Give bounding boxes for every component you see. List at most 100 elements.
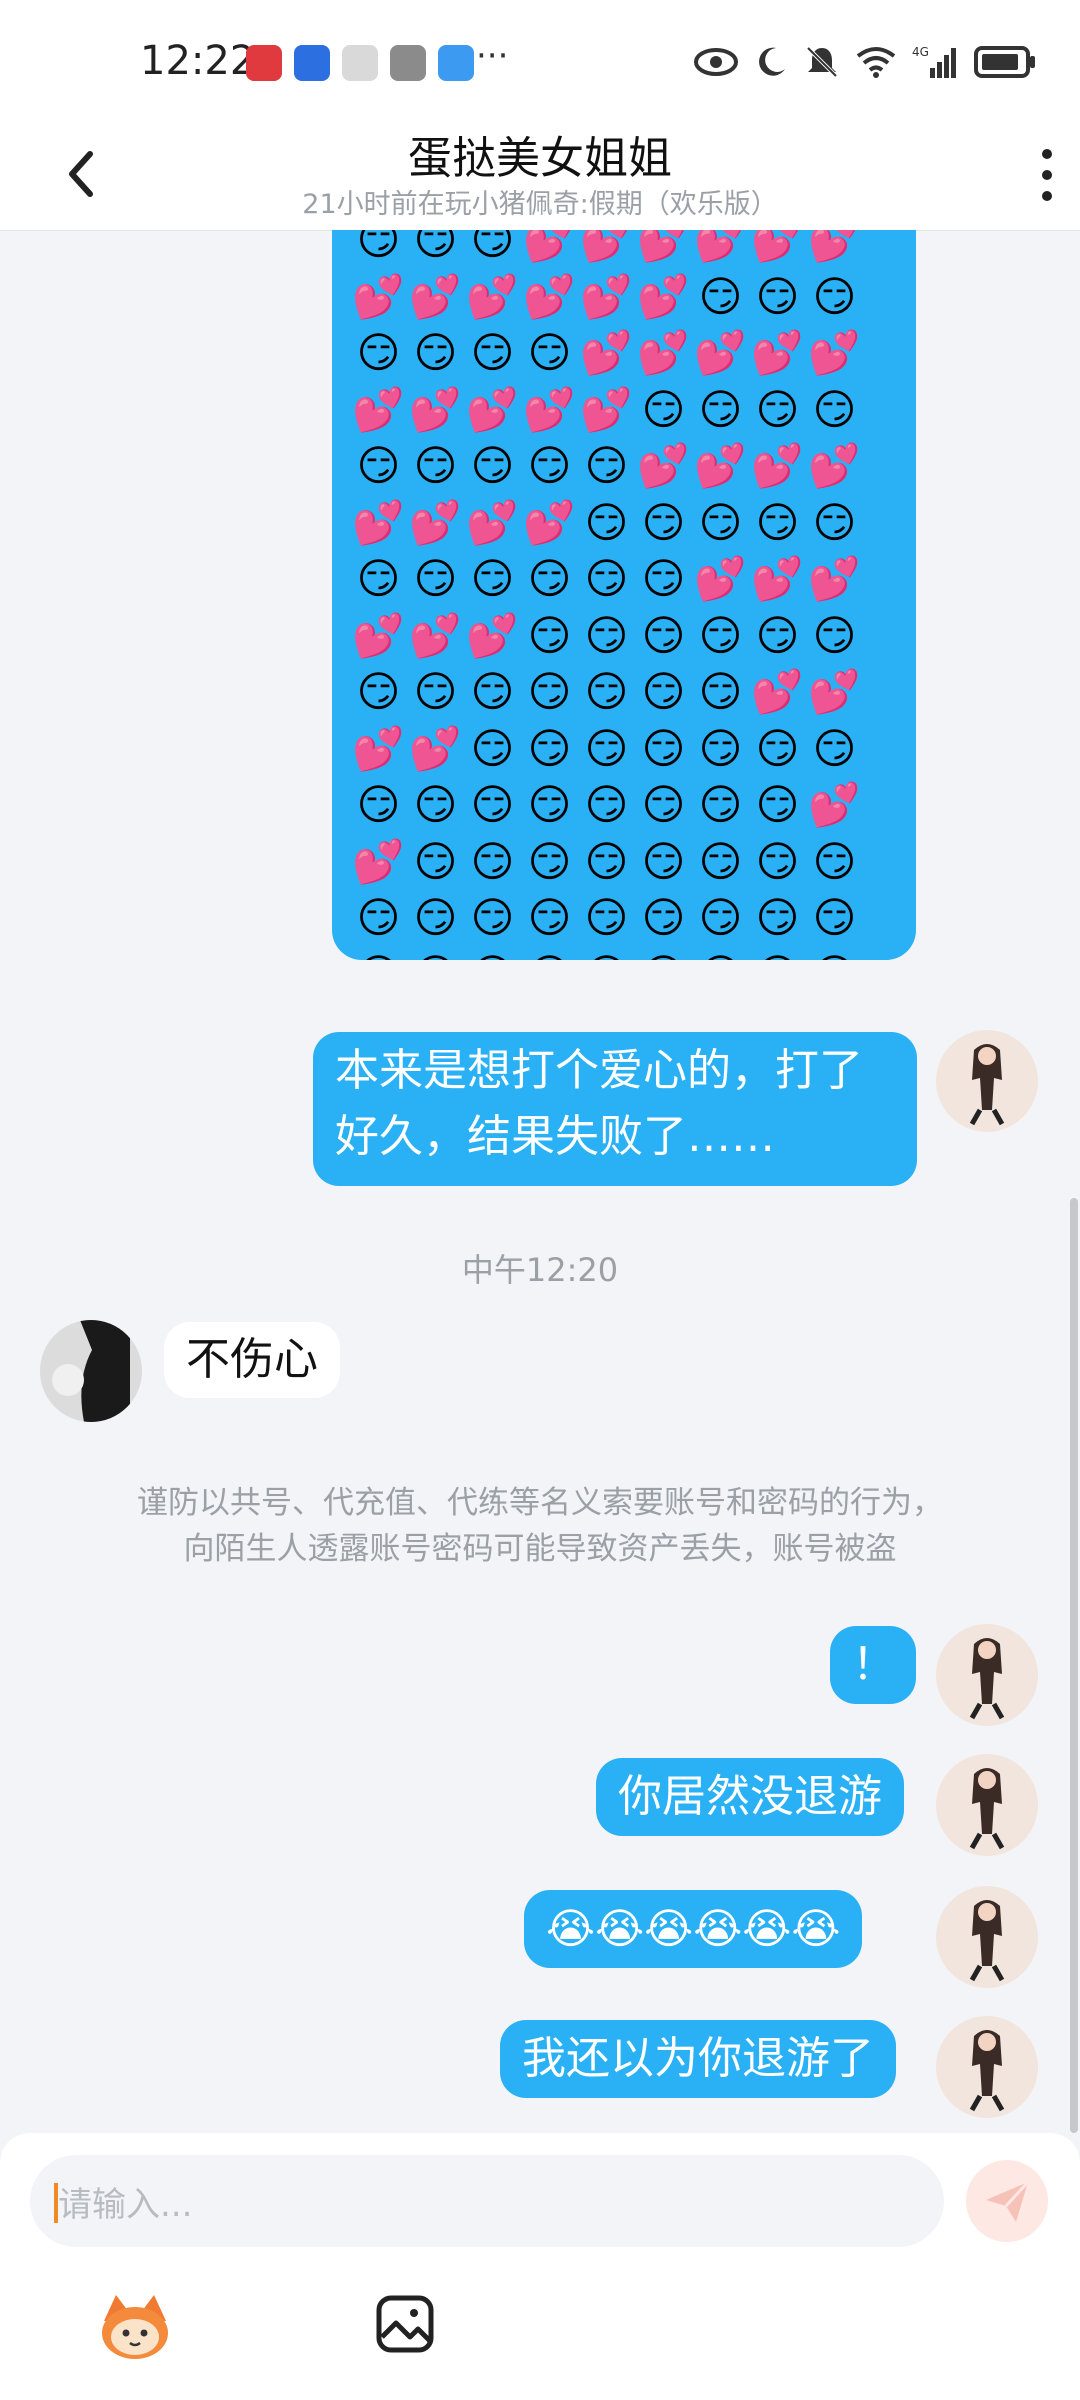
emoji-art-cell: 💕 bbox=[808, 441, 861, 490]
emoji-art-cell: 😏 bbox=[356, 780, 401, 829]
message-input[interactable]: 请输入... bbox=[30, 2155, 944, 2247]
message-bubble-outgoing[interactable]: 我还以为你退游了 bbox=[500, 2020, 896, 2098]
message-bubble-incoming[interactable]: 不伤心 bbox=[164, 1322, 340, 1398]
mascot-icon[interactable] bbox=[96, 2291, 174, 2361]
message-bubble-outgoing[interactable]: 😭😭😭😭😭😭 bbox=[524, 1890, 863, 1968]
message-bubble-outgoing[interactable]: ！ bbox=[830, 1626, 916, 1704]
emoji-art-cell: 😏 bbox=[635, 947, 692, 961]
emoji-art-cell: 💕 bbox=[694, 554, 747, 603]
composer-bar: 请输入... bbox=[0, 2133, 1080, 2400]
emoji-art-cell: 💕 bbox=[523, 271, 576, 321]
input-placeholder: 请输入... bbox=[58, 2185, 193, 2225]
emoji-art-cell: 😏 bbox=[584, 441, 629, 490]
emoji-art-cell: 💕 bbox=[409, 271, 462, 321]
my-avatar[interactable] bbox=[936, 2016, 1038, 2118]
emoji-art-cell: 😏 bbox=[698, 893, 743, 942]
emoji-art-cell: 😏 bbox=[692, 947, 749, 961]
time-label: 中午12:20 bbox=[461, 1251, 619, 1289]
emoji-art-cell: 😏 bbox=[527, 441, 572, 490]
wifi-icon bbox=[856, 47, 896, 78]
emoji-art-cell: 😏 bbox=[470, 328, 515, 377]
emoji-art-cell: 😏 bbox=[470, 893, 515, 942]
more-vertical-icon[interactable] bbox=[1022, 140, 1072, 210]
emoji-art-cell: 💕 bbox=[694, 230, 747, 264]
emoji-art-cell: 💕 bbox=[751, 441, 804, 490]
my-avatar[interactable] bbox=[936, 1886, 1038, 1988]
my-avatar[interactable] bbox=[936, 1754, 1038, 1856]
box-notification-icon bbox=[342, 45, 378, 81]
emoji-art-cell: 😏 bbox=[527, 328, 572, 377]
emoji-art-cell: 💕 bbox=[637, 441, 690, 490]
my-avatar[interactable] bbox=[936, 1624, 1038, 1726]
emoji-art-cell: 😏 bbox=[470, 554, 515, 603]
emoji-art-cell: 😏 bbox=[698, 271, 743, 321]
emoji-art-cell: 💕 bbox=[751, 230, 804, 264]
emoji-art-cell: 😏 bbox=[755, 271, 800, 321]
warning-line: 向陌生人透露账号密码可能导致资产丢失，账号被盗 bbox=[183, 1531, 897, 1567]
message-bubble-outgoing[interactable]: 你居然没退游 bbox=[596, 1758, 904, 1836]
image-icon[interactable] bbox=[376, 2295, 434, 2353]
moon-icon bbox=[759, 47, 785, 76]
avatar-figure-icon bbox=[40, 1320, 142, 1422]
emoji-art-cell: 😏 bbox=[641, 554, 686, 603]
chat-header: 蛋挞美女姐姐 21小时前在玩小猪佩奇:假期（欢乐版） bbox=[0, 120, 1080, 231]
emoji-art-cell: 💕 bbox=[352, 836, 405, 886]
emoji-art-cell: 💕 bbox=[694, 328, 747, 377]
emoji-art-cell: 😏 bbox=[527, 780, 572, 829]
emoji-art-cell: 😏 bbox=[413, 893, 458, 942]
emoji-art-cell: 💕 bbox=[637, 271, 690, 321]
emoji-art-cell: 😏 bbox=[812, 384, 857, 434]
avatar-figure-icon bbox=[969, 1638, 1005, 1720]
emoji-art-cell: 😏 bbox=[698, 384, 743, 434]
message-list[interactable]: 😏 😏 😏 💕 💕 💕 💕 💕 💕 💕 💕 💕 💕 💕 💕 😏 😏 😏 😏 😏 😏 😏 💕 💕 💕 💕 💕 💕 💕 💕 💕 💕 😏 😏 😏 😏 😏 😏 😏 😏… bbox=[0, 230, 1080, 2130]
emoji-art-cell: 💕 bbox=[466, 271, 519, 321]
emoji-art-cell: 💕 bbox=[580, 271, 633, 321]
trash-notification-icon bbox=[390, 45, 426, 81]
scrollbar[interactable] bbox=[1070, 1198, 1078, 2133]
emoji-art-cell: 😏 bbox=[413, 554, 458, 603]
peer-avatar[interactable] bbox=[40, 1320, 142, 1422]
emoji-art-cell: 😏 bbox=[641, 780, 686, 829]
emoji-art-cell: 💕 bbox=[580, 384, 633, 434]
emoji-art-cell: 😏 bbox=[470, 667, 515, 716]
emoji-art-cell: 😏 bbox=[698, 836, 743, 886]
emoji-art-cell: 😏 bbox=[578, 947, 635, 961]
emoji-art-cell: 💕 bbox=[751, 667, 804, 716]
emoji-art-cell: 😏 bbox=[755, 384, 800, 434]
send-icon bbox=[986, 2180, 1030, 2222]
emoji-art-cell: 😏 bbox=[356, 893, 401, 942]
emoji-art-cell: 😏 bbox=[755, 723, 800, 773]
emoji-art-cell: 😏 bbox=[527, 723, 572, 773]
status-bar: 12:22 ··· 4G bbox=[0, 0, 1080, 120]
emoji-art-cell: 😏 bbox=[521, 947, 578, 961]
emoji-art-bubble[interactable]: 😏 😏 😏 💕 💕 💕 💕 💕 💕 💕 💕 💕 💕 💕 💕 😏 😏 😏 😏 😏 😏 😏 💕 💕 💕 💕 💕 💕 💕 💕 💕 💕 😏 😏 😏 😏 😏 😏 😏 😏… bbox=[332, 230, 916, 960]
emoji-art-cell: 😏 bbox=[641, 667, 686, 716]
emoji-art-cell: 😏 bbox=[470, 441, 515, 490]
emoji-art-cell: 💕 bbox=[751, 328, 804, 377]
emoji-art-cell: 💕 bbox=[352, 723, 405, 773]
notification-icons bbox=[246, 45, 474, 81]
emoji-art-cell: 😏 bbox=[806, 947, 863, 961]
emoji-art-cell: 😏 bbox=[527, 610, 572, 660]
emoji-art-cell: 💕 bbox=[352, 497, 405, 547]
network-type: 4G bbox=[912, 45, 929, 59]
emoji-art-cell: 😏 bbox=[356, 554, 401, 603]
message-text-line: 好久，结果失败了…… bbox=[335, 1111, 775, 1162]
emoji-art-cell: 💕 bbox=[523, 230, 576, 264]
emoji-art-cell: 😏 bbox=[464, 947, 521, 961]
emoji-art-cell: 💕 bbox=[352, 271, 405, 321]
avatar-figure-icon bbox=[969, 1900, 1005, 1982]
send-button[interactable] bbox=[966, 2160, 1048, 2242]
emoji-art-grid: 😏 😏 😏 💕 💕 💕 💕 💕 💕 💕 💕 💕 💕 💕 💕 😏 😏 😏 😏 😏 😏 😏 💕 💕 💕 💕 💕 💕 💕 💕 💕 💕 😏 😏 😏 😏 😏 😏 😏 😏… bbox=[350, 230, 863, 960]
emoji-art-cell: 💕 bbox=[466, 497, 519, 547]
emoji-art-cell: 😏 bbox=[755, 610, 800, 660]
emoji-art-cell: 💕 bbox=[637, 230, 690, 264]
emoji-art-cell: 😏 bbox=[584, 610, 629, 660]
emoji-art-cell: 💕 bbox=[409, 497, 462, 547]
avatar-figure-icon bbox=[969, 2030, 1005, 2112]
emoji-art-cell: 😏 bbox=[413, 328, 458, 377]
emoji-art-cell: 😏 bbox=[641, 836, 686, 886]
message-bubble-outgoing[interactable]: 本来是想打个爱心的，打了 好久，结果失败了…… bbox=[313, 1032, 917, 1186]
emoji-art-cell: 😏 bbox=[527, 667, 572, 716]
my-avatar[interactable] bbox=[936, 1030, 1038, 1132]
